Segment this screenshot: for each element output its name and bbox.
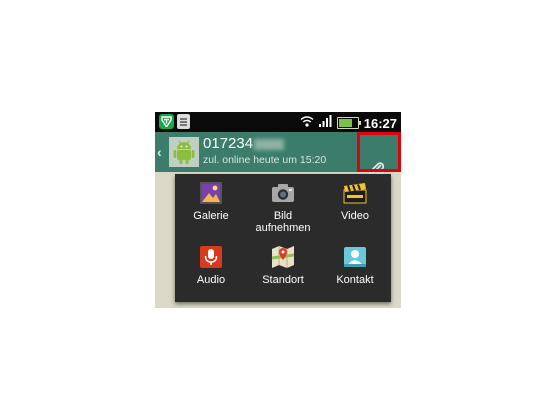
attach-take-photo-item[interactable]: Bild aufnehmen: [247, 174, 319, 238]
gallery-icon: [198, 180, 224, 206]
camera-icon: [270, 180, 296, 206]
battery-level-fill: [338, 119, 353, 127]
signal-bars-icon: [318, 114, 332, 132]
attach-contact-label: Kontakt: [336, 274, 374, 286]
attach-video-label: Video: [341, 210, 369, 222]
attach-button-highlight: [357, 132, 401, 172]
t-app-icon: [159, 114, 174, 129]
contact-last-seen: zul. online heute um 15:20: [203, 154, 327, 166]
back-chevron-icon[interactable]: ‹: [157, 144, 162, 160]
attach-audio-item[interactable]: Audio: [175, 238, 247, 302]
redacted-digits: [254, 138, 285, 150]
battery-icon: [336, 117, 361, 129]
attach-location-item[interactable]: Standort: [247, 238, 319, 302]
contact-card-icon: [342, 244, 368, 270]
attach-gallery-item[interactable]: Galerie: [175, 174, 247, 238]
android-robot-icon[interactable]: [169, 137, 199, 167]
clapperboard-icon: [342, 180, 368, 206]
microphone-icon: [198, 244, 224, 270]
attach-take-photo-label: Bild aufnehmen: [255, 210, 311, 234]
clipboard-icon: [177, 114, 190, 129]
attach-audio-label: Audio: [196, 274, 226, 286]
map-pin-icon: [270, 244, 296, 270]
attach-video-item[interactable]: Video: [319, 174, 391, 238]
wifi-icon: [300, 114, 314, 132]
attach-gallery-label: Galerie: [193, 210, 229, 222]
status-bar: 16:27: [155, 112, 401, 132]
attach-location-label: Standort: [262, 274, 304, 286]
contact-name[interactable]: 017234: [203, 135, 285, 152]
attach-contact-item[interactable]: Kontakt: [319, 238, 391, 302]
clock: 16:27: [363, 115, 397, 131]
attachment-menu: Galerie Bild aufnehmen Video Audio Stand…: [175, 174, 391, 302]
contact-name-text: 017234: [203, 135, 254, 152]
